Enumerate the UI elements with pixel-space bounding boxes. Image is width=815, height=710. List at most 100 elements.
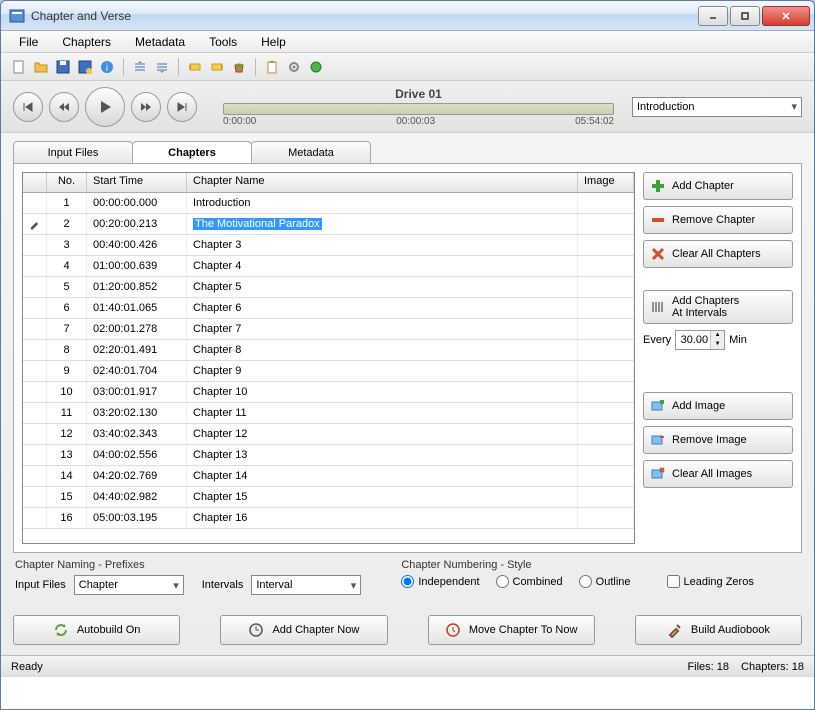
col-name[interactable]: Chapter Name [187,173,578,192]
spin-down[interactable]: ▼ [711,340,724,349]
row-name[interactable]: Chapter 15 [187,487,578,507]
table-row[interactable]: 1103:20:02.130Chapter 11 [23,403,634,424]
statusbar: Ready Files: 18 Chapters: 18 [1,655,814,677]
menu-file[interactable]: File [9,33,48,51]
clipboard-icon[interactable] [262,57,282,77]
remove-chapter-button[interactable]: Remove Chapter [643,206,793,234]
table-row[interactable]: 1304:00:02.556Chapter 13 [23,445,634,466]
save-as-icon[interactable] [75,57,95,77]
table-row[interactable]: 902:40:01.704Chapter 9 [23,361,634,382]
table-row[interactable]: 1605:00:03.195Chapter 16 [23,508,634,529]
row-name[interactable]: Chapter 12 [187,424,578,444]
clear-images-button[interactable]: Clear All Images [643,460,793,488]
table-row[interactable]: 601:40:01.065Chapter 6 [23,298,634,319]
row-name[interactable]: Chapter 16 [187,508,578,528]
input-files-combo[interactable]: Chapter [74,575,184,595]
table-row[interactable]: 100:00:00.000Introduction [23,193,634,214]
table-row[interactable]: 1504:40:02.982Chapter 15 [23,487,634,508]
row-name[interactable]: Chapter 13 [187,445,578,465]
tag-right-icon[interactable] [207,57,227,77]
save-icon[interactable] [53,57,73,77]
menu-tools[interactable]: Tools [199,33,247,51]
remove-image-button[interactable]: Remove Image [643,426,793,454]
row-name[interactable]: Chapter 10 [187,382,578,402]
interval-input[interactable] [676,334,710,346]
table-row[interactable]: 200:20:00.213The Motivational Paradox [23,214,634,235]
track-progress[interactable] [223,103,614,115]
forward-button[interactable] [131,92,161,122]
radio-independent[interactable]: Independent [401,575,479,588]
minimize-button[interactable] [698,6,728,26]
chapter-selector-combo[interactable]: Introduction [632,97,802,117]
gear-icon[interactable] [284,57,304,77]
play-button[interactable] [85,87,125,127]
row-name[interactable]: The Motivational Paradox [187,214,578,234]
tab-input-files[interactable]: Input Files [13,141,133,163]
row-name[interactable]: Chapter 7 [187,319,578,339]
add-image-button[interactable]: Add Image [643,392,793,420]
row-name[interactable]: Chapter 4 [187,256,578,276]
table-row[interactable]: 1203:40:02.343Chapter 12 [23,424,634,445]
row-name[interactable]: Chapter 6 [187,298,578,318]
tabs: Input Files Chapters Metadata [13,141,802,163]
radio-outline[interactable]: Outline [579,575,631,588]
menu-chapters[interactable]: Chapters [52,33,121,51]
globe-icon[interactable] [306,57,326,77]
time-end: 05:54:02 [575,116,614,127]
close-button[interactable] [762,6,810,26]
window-controls [698,6,810,26]
table-row[interactable]: 802:20:01.491Chapter 8 [23,340,634,361]
col-image[interactable]: Image [578,173,634,192]
row-name[interactable]: Introduction [187,193,578,213]
menu-metadata[interactable]: Metadata [125,33,195,51]
row-start: 02:20:01.491 [87,340,187,360]
table-row[interactable]: 1404:20:02.769Chapter 14 [23,466,634,487]
list-up-icon[interactable] [152,57,172,77]
tab-metadata[interactable]: Metadata [251,141,371,163]
table-row[interactable]: 401:00:00.639Chapter 4 [23,256,634,277]
radio-combined[interactable]: Combined [496,575,563,588]
row-no: 3 [47,235,87,255]
open-icon[interactable] [31,57,51,77]
table-row[interactable]: 300:40:00.426Chapter 3 [23,235,634,256]
maximize-button[interactable] [730,6,760,26]
clear-chapters-button[interactable]: Clear All Chapters [643,240,793,268]
tab-chapters[interactable]: Chapters [132,141,252,163]
skip-forward-button[interactable] [167,92,197,122]
table-row[interactable]: 1003:00:01.917Chapter 10 [23,382,634,403]
row-name[interactable]: Chapter 3 [187,235,578,255]
interval-spinner[interactable]: ▲▼ [675,330,725,350]
move-chapter-button[interactable]: Move Chapter To Now [428,615,595,645]
col-no[interactable]: No. [47,173,87,192]
add-chapter-now-button[interactable]: Add Chapter Now [220,615,387,645]
row-name[interactable]: Chapter 11 [187,403,578,423]
rewind-button[interactable] [49,92,79,122]
skip-back-button[interactable] [13,92,43,122]
intervals-combo[interactable]: Interval [251,575,361,595]
numbering-title: Chapter Numbering - Style [401,559,754,571]
row-name[interactable]: Chapter 5 [187,277,578,297]
track-title: Drive 01 [223,87,614,101]
bucket-icon[interactable] [229,57,249,77]
table-row[interactable]: 501:20:00.852Chapter 5 [23,277,634,298]
col-start[interactable]: Start Time [87,173,187,192]
row-name[interactable]: Chapter 8 [187,340,578,360]
row-start: 00:40:00.426 [87,235,187,255]
col-edit[interactable] [23,173,47,192]
table-row[interactable]: 702:00:01.278Chapter 7 [23,319,634,340]
row-name[interactable]: Chapter 9 [187,361,578,381]
info-icon[interactable]: i [97,57,117,77]
add-at-intervals-button[interactable]: Add ChaptersAt Intervals [643,290,793,324]
menu-help[interactable]: Help [251,33,296,51]
tag-left-icon[interactable] [185,57,205,77]
new-icon[interactable] [9,57,29,77]
add-chapter-button[interactable]: Add Chapter [643,172,793,200]
spin-up[interactable]: ▲ [711,331,724,340]
autobuild-button[interactable]: Autobuild On [13,615,180,645]
list-down-icon[interactable] [130,57,150,77]
row-start: 05:00:03.195 [87,508,187,528]
build-audiobook-button[interactable]: Build Audiobook [635,615,802,645]
check-leading-zeros[interactable]: Leading Zeros [667,575,754,588]
plus-icon [650,178,666,194]
row-name[interactable]: Chapter 14 [187,466,578,486]
